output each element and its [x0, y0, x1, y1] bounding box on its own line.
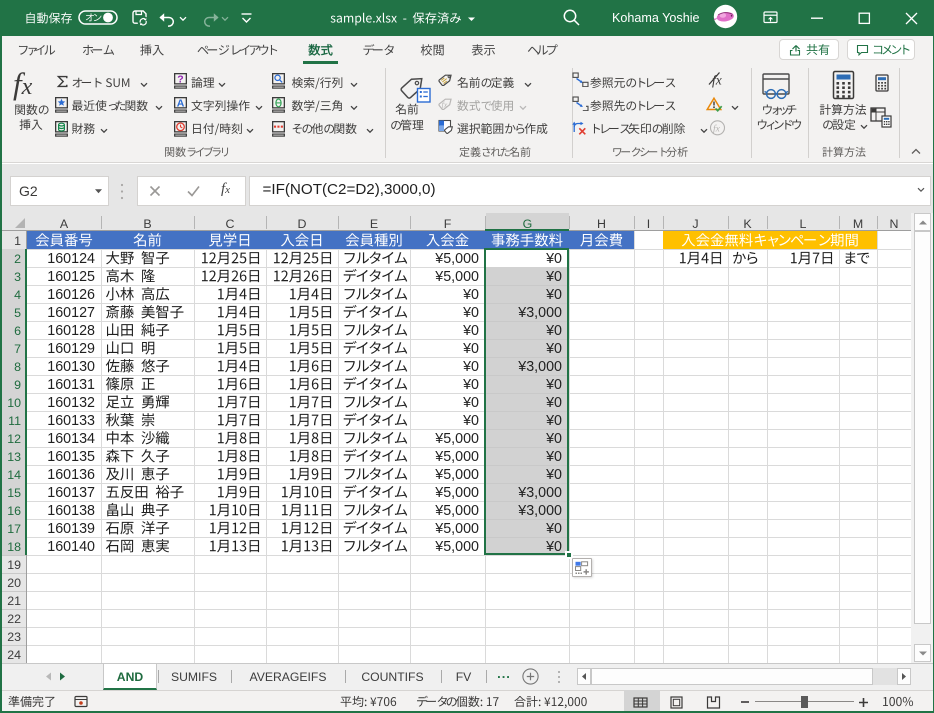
svg-text:fx: fx: [441, 101, 447, 110]
svg-text:fx: fx: [713, 124, 721, 135]
svg-text:?: ?: [177, 73, 183, 85]
svg-text:A: A: [177, 97, 185, 109]
